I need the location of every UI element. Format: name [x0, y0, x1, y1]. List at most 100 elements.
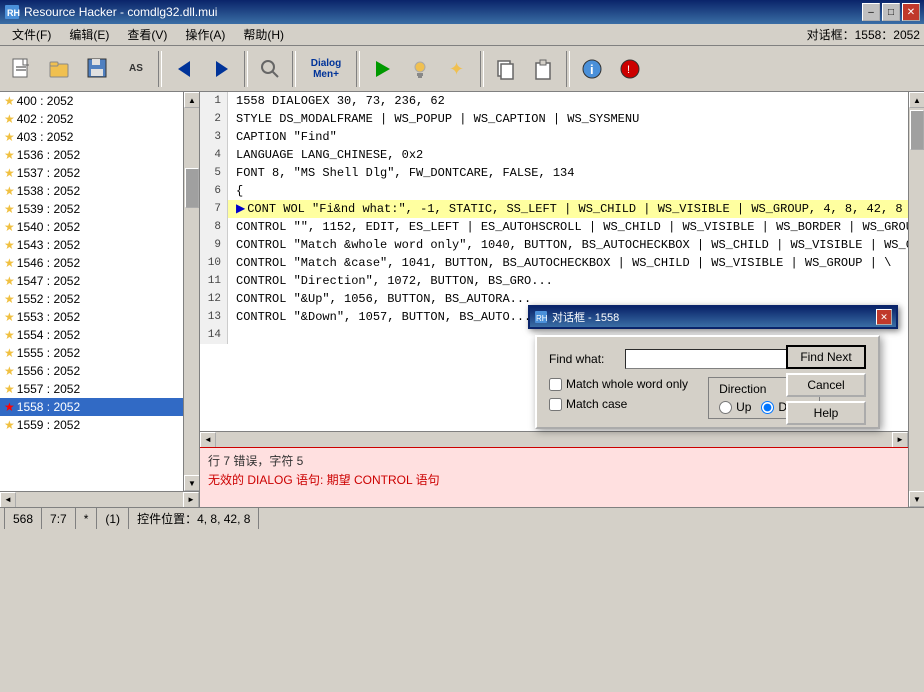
left-horiz-scrollbar[interactable]: ◄ ► [0, 491, 199, 507]
star-icon-1553: ★ [4, 310, 15, 324]
toolbar-sep1 [158, 51, 162, 87]
menu-action[interactable]: 操作(A) [177, 24, 233, 45]
right-scroll-track [909, 108, 924, 491]
code-scroll-right[interactable]: ► [892, 432, 908, 448]
scroll-right-arrow[interactable]: ► [183, 492, 199, 508]
tree-item[interactable]: ★1559 : 2052 [0, 416, 183, 434]
match-whole-word-option: Match whole word only [549, 377, 688, 391]
menu-right-info: 对话框：1558：2052 [807, 26, 920, 43]
toolbar-stop[interactable]: ! [612, 50, 648, 88]
find-next-button[interactable]: Find Next [786, 345, 866, 369]
toolbar-paste[interactable] [526, 50, 562, 88]
maximize-button[interactable]: □ [882, 3, 900, 21]
toolbar-open[interactable] [42, 50, 78, 88]
star-icon-1539: ★ [4, 202, 15, 216]
toolbar-find[interactable] [252, 50, 288, 88]
toolbar-copy[interactable] [488, 50, 524, 88]
svg-text:RH: RH [7, 8, 20, 18]
run-icon [370, 57, 394, 81]
star-icon-1554: ★ [4, 328, 15, 342]
menu-edit[interactable]: 编辑(E) [61, 24, 117, 45]
tree-item[interactable]: ★1543 : 2052 [0, 236, 183, 254]
code-line-2: 2 STYLE DS_MODALFRAME | WS_POPUP | WS_CA… [200, 110, 908, 128]
toolbar-compile[interactable]: AS [118, 50, 154, 88]
paste-icon [532, 57, 556, 81]
match-case-label: Match case [566, 397, 627, 411]
status-info2: 控件位置：4, 8, 42, 8 [129, 508, 259, 529]
toolbar-light[interactable] [402, 50, 438, 88]
code-line-11: 11 CONTROL "Direction", 1072, BUTTON, BS… [200, 272, 908, 290]
scroll-up-arrow[interactable]: ▲ [184, 92, 199, 108]
tree-item[interactable]: ★1547 : 2052 [0, 272, 183, 290]
toolbar-dialog[interactable]: DialogMen+ [300, 50, 352, 88]
match-whole-word-checkbox[interactable] [549, 378, 562, 391]
toolbar-forward[interactable] [204, 50, 240, 88]
star-icon-1552: ★ [4, 292, 15, 306]
tree-item[interactable]: ★1539 : 2052 [0, 200, 183, 218]
right-panel: 1 1558 DIALOGEX 30, 73, 236, 62 2 STYLE … [200, 92, 908, 507]
svg-text:!: ! [627, 64, 630, 76]
status-line-col: 7:7 [42, 508, 76, 529]
close-button[interactable]: ✕ [902, 3, 920, 21]
right-scrollbar[interactable]: ▲ ▼ [908, 92, 924, 507]
tree-item[interactable]: ★1554 : 2052 [0, 326, 183, 344]
tree-item[interactable]: ★403 : 2052 [0, 128, 183, 146]
tree-item[interactable]: ★402 : 2052 [0, 110, 183, 128]
minimize-button[interactable]: – [862, 3, 880, 21]
tree-item[interactable]: ★1557 : 2052 [0, 380, 183, 398]
copy-icon [494, 57, 518, 81]
right-scroll-down[interactable]: ▼ [909, 491, 924, 507]
save-icon [86, 57, 110, 81]
toolbar-star[interactable]: ✦ [440, 50, 476, 88]
match-whole-word-label: Match whole word only [566, 377, 688, 391]
right-scroll-up[interactable]: ▲ [909, 92, 924, 108]
toolbar-run[interactable] [364, 50, 400, 88]
up-radio[interactable] [719, 401, 732, 414]
menu-help[interactable]: 帮助(H) [235, 24, 292, 45]
menu-view[interactable]: 查看(V) [119, 24, 175, 45]
dialog-outer-close[interactable]: ✕ [876, 309, 892, 325]
code-line-5: 5 FONT 8, "MS Shell Dlg", FW_DONTCARE, F… [200, 164, 908, 182]
tree-item[interactable]: ★1552 : 2052 [0, 290, 183, 308]
toolbar-sep6 [566, 51, 570, 87]
star-icon: ✦ [446, 57, 470, 81]
menu-file[interactable]: 文件(F) [4, 24, 59, 45]
right-scroll-thumb[interactable] [910, 110, 924, 150]
menu-bar: 文件(F) 编辑(E) 查看(V) 操作(A) 帮助(H) 对话框：1558：2… [0, 24, 924, 46]
tree-item[interactable]: ★1556 : 2052 [0, 362, 183, 380]
star-icon-1536: ★ [4, 148, 15, 162]
status-bar: 568 7:7 * (1) 控件位置：4, 8, 42, 8 [0, 507, 924, 529]
dialog-outer-title: 对话框 - 1558 [552, 309, 619, 325]
left-scrollbar[interactable]: ▲ ▼ [183, 92, 199, 491]
horiz-track [16, 493, 183, 507]
scroll-left-arrow[interactable]: ◄ [0, 492, 16, 508]
down-radio[interactable] [761, 401, 774, 414]
tree-item-selected[interactable]: ★1558 : 2052 [0, 398, 183, 416]
main-area: ★400 : 2052 ★402 : 2052 ★403 : 2052 ★153… [0, 92, 924, 507]
scroll-thumb[interactable] [185, 168, 199, 208]
help-button[interactable]: Help [786, 401, 866, 425]
stop-icon: ! [618, 57, 642, 81]
toolbar-save[interactable] [80, 50, 116, 88]
tree-item[interactable]: ★1553 : 2052 [0, 308, 183, 326]
star-icon-400: ★ [4, 94, 15, 108]
tree-item[interactable]: ★1536 : 2052 [0, 146, 183, 164]
tree-item[interactable]: ★1537 : 2052 [0, 164, 183, 182]
tree-item[interactable]: ★1538 : 2052 [0, 182, 183, 200]
toolbar-info[interactable]: i [574, 50, 610, 88]
back-icon [172, 57, 196, 81]
tree-item[interactable]: ★400 : 2052 [0, 92, 183, 110]
toolbar-back[interactable] [166, 50, 202, 88]
code-scroll-left[interactable]: ◄ [200, 432, 216, 448]
code-line-8: 8 CONTROL "", 1152, EDIT, ES_LEFT | ES_A… [200, 218, 908, 236]
code-horiz-scrollbar[interactable]: ◄ ► [200, 431, 908, 447]
cancel-button[interactable]: Cancel [786, 373, 866, 397]
star-icon-403: ★ [4, 130, 15, 144]
toolbar-new[interactable] [4, 50, 40, 88]
tree-item[interactable]: ★1546 : 2052 [0, 254, 183, 272]
tree-item[interactable]: ★1555 : 2052 [0, 344, 183, 362]
star-icon-1558: ★ [4, 400, 15, 414]
scroll-down-arrow[interactable]: ▼ [184, 475, 199, 491]
tree-item[interactable]: ★1540 : 2052 [0, 218, 183, 236]
match-case-checkbox[interactable] [549, 398, 562, 411]
